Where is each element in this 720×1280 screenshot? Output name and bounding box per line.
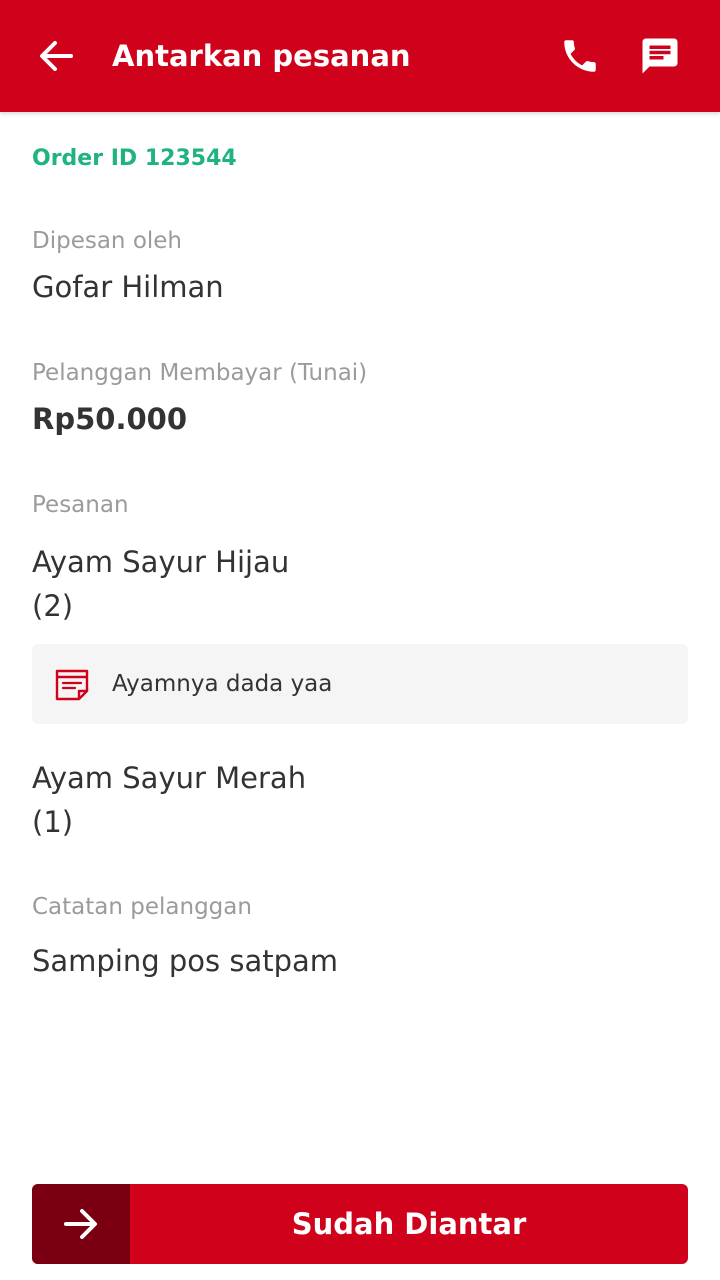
item-note: Ayamnya dada yaa bbox=[32, 644, 688, 724]
list-item: Ayam Sayur Hijau (2) bbox=[32, 540, 289, 628]
item-quantity: (2) bbox=[32, 589, 74, 623]
page-title: Antarkan pesanan bbox=[112, 39, 411, 73]
back-button[interactable] bbox=[36, 36, 76, 76]
list-item: Ayam Sayur Merah (1) bbox=[32, 756, 306, 844]
customer-label: Dipesan oleh bbox=[32, 228, 183, 254]
delivered-button[interactable]: Sudah Diantar bbox=[32, 1184, 688, 1264]
note-icon bbox=[55, 669, 89, 701]
item-quantity: (1) bbox=[32, 805, 74, 839]
customer-note-text: Samping pos satpam bbox=[32, 944, 339, 978]
order-id: Order ID 123544 bbox=[32, 146, 237, 171]
item-note-text: Ayamnya dada yaa bbox=[112, 671, 333, 697]
phone-icon bbox=[564, 40, 596, 72]
call-button[interactable] bbox=[556, 34, 604, 78]
customer-note-label: Catatan pelanggan bbox=[32, 894, 252, 920]
payment-amount: Rp50.000 bbox=[32, 402, 187, 436]
arrow-back-icon bbox=[40, 41, 73, 71]
item-name: Ayam Sayur Merah bbox=[32, 761, 307, 795]
items-label: Pesanan bbox=[32, 492, 129, 518]
delivered-button-label: Sudah Diantar bbox=[291, 1207, 527, 1241]
cta-arrow-area bbox=[32, 1184, 130, 1264]
app-bar: Antarkan pesanan bbox=[0, 0, 720, 112]
payment-label: Pelanggan Membayar (Tunai) bbox=[32, 360, 368, 386]
chat-button[interactable] bbox=[636, 34, 684, 78]
customer-name: Gofar Hilman bbox=[32, 270, 224, 304]
chat-icon bbox=[642, 38, 678, 74]
item-name: Ayam Sayur Hijau bbox=[32, 545, 290, 579]
arrow-forward-icon bbox=[64, 1209, 97, 1239]
